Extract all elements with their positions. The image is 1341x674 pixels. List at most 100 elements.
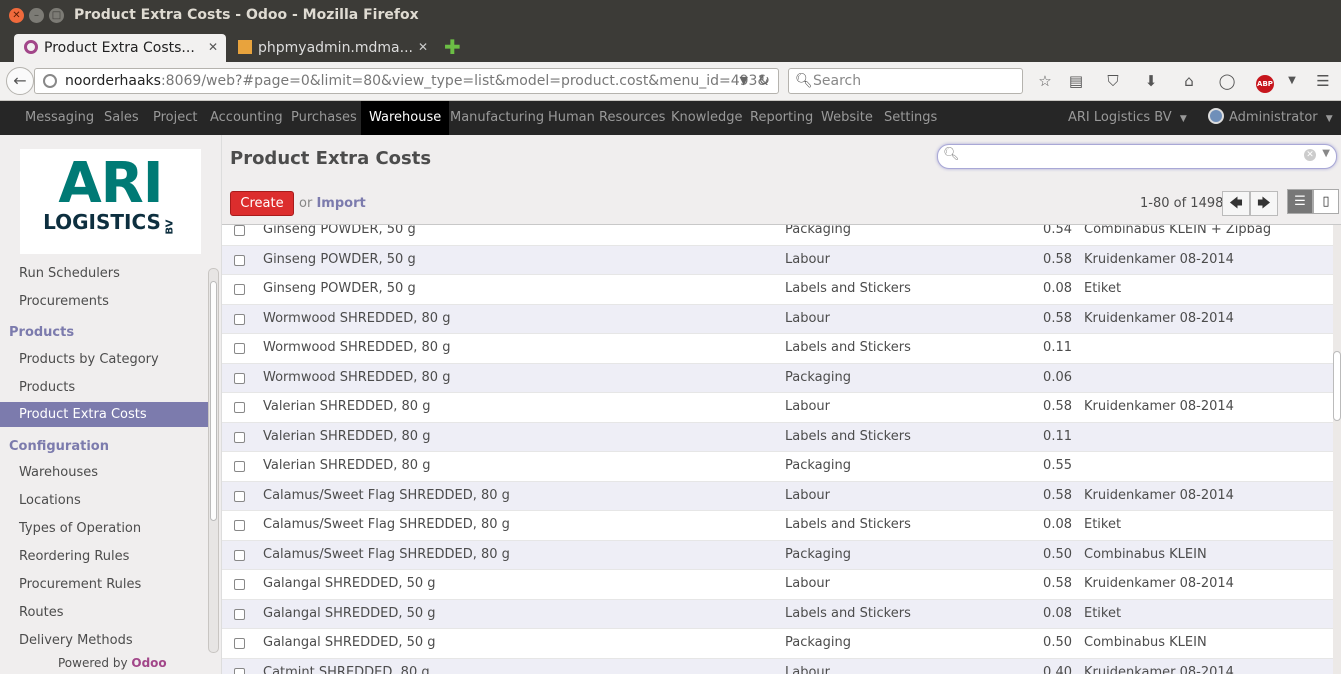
row-checkbox[interactable] [234,549,245,561]
row-checkbox[interactable] [234,608,245,620]
sidebar-item-product-extra-costs[interactable]: Product Extra Costs [0,402,208,427]
table-row[interactable]: Ginseng POWDER, 50 g Labels and Stickers 0… [222,275,1333,305]
hamburger-menu-icon[interactable]: ☰ [1308,68,1338,94]
cell-cost-type: Packaging [785,225,851,237]
row-checkbox[interactable] [234,520,245,531]
search-icon: 🔍︎ [943,147,960,162]
new-tab-plus-icon[interactable]: ✚ [444,35,461,59]
sidebar-item-products[interactable]: Products [19,380,75,395]
table-row[interactable]: Galangal SHREDDED, 50 g Labels and Sticke… [222,599,1333,629]
menu-purchases[interactable]: Purchases [291,101,357,135]
create-button[interactable]: Create [230,191,294,216]
list-scrollbar-thumb[interactable] [1333,351,1341,421]
reading-list-icon[interactable]: ▤ [1061,68,1091,94]
browser-search-input[interactable]: 🔍︎ Search [788,68,1023,94]
sidebar-item-delivery-methods[interactable]: Delivery Methods [19,633,133,648]
row-checkbox[interactable] [234,579,245,590]
sidebar-item-procurements[interactable]: Procurements [19,294,109,309]
tab-product-extra-costs[interactable]: Product Extra Costs... ✕ [14,34,226,62]
table-row[interactable]: Galangal SHREDDED, 50 g Packaging 0.50 Comb… [222,629,1333,659]
window-minimize-icon[interactable]: – [29,8,44,23]
tab-phpmyadmin[interactable]: phpmyadmin.mdma... ✕ [228,34,436,62]
bookmark-star-icon[interactable]: ☆ [1030,68,1060,94]
menu-sales[interactable]: Sales [104,101,139,135]
list-view-icon[interactable]: ☰ [1287,189,1313,214]
tab-close-icon[interactable]: ✕ [208,40,218,54]
table-row[interactable]: Calamus/Sweet Flag SHREDDED, 80 g Labour 0… [222,481,1333,511]
table-row[interactable]: Wormwood SHREDDED, 80 g Packaging 0.06 [222,363,1333,393]
user-menu[interactable]: Administrator ▼ [1208,101,1333,135]
sidebar-item-run-schedulers[interactable]: Run Schedulers [19,266,120,281]
menu-human-resources[interactable]: Human Resources [548,101,665,135]
tab-close-icon[interactable]: ✕ [418,40,428,54]
search-input[interactable]: 🔍︎ ✕ ▼ [937,144,1337,169]
odoo-link[interactable]: Odoo [131,656,166,670]
row-checkbox[interactable] [234,490,245,502]
table-row[interactable]: Valerian SHREDDED, 80 g Labour 0.58 Kruiden… [222,393,1333,423]
sidebar-scrollbar[interactable] [208,268,219,653]
sidebar-scrollbar-thumb[interactable] [210,281,217,521]
form-view-icon[interactable]: ▯ [1313,189,1339,214]
pager-previous-icon[interactable]: 🡄 [1222,191,1250,216]
row-checkbox[interactable] [234,343,245,354]
row-checkbox[interactable] [234,431,245,443]
sidebar-item-products-by-category[interactable]: Products by Category [19,352,159,367]
sidebar-item-locations[interactable]: Locations [19,493,81,508]
row-checkbox[interactable] [234,284,245,295]
back-arrow-icon[interactable]: ← [6,67,34,95]
menu-manufacturing[interactable]: Manufacturing [450,101,544,135]
url-bar[interactable]: noorderhaaks:8069/web?#page=0&limit=80&v… [34,68,779,94]
table-row[interactable]: Wormwood SHREDDED, 80 g Labour 0.58 Kruiden… [222,304,1333,334]
table-row[interactable]: Wormwood SHREDDED, 80 g Labels and Sticke… [222,334,1333,364]
company-switcher[interactable]: ARI Logistics BV ▼ [1068,101,1187,135]
row-checkbox[interactable] [234,402,245,413]
table-row[interactable]: Catmint SHREDDED, 80 g Labour 0.40 Kruidenk… [222,658,1333,674]
pager-next-icon[interactable]: 🡆 [1250,191,1278,216]
table-row[interactable]: Ginseng POWDER, 50 g Packaging 0.54 Combina… [222,225,1333,246]
row-checkbox[interactable] [234,254,245,266]
table-row[interactable]: Calamus/Sweet Flag SHREDDED, 80 g Packagi… [222,540,1333,570]
window-maximize-icon[interactable]: □ [49,8,64,23]
table-row[interactable]: Galangal SHREDDED, 50 g Labour 0.58 Kruiden… [222,570,1333,600]
url-dropdown-icon[interactable]: ▼ [740,69,748,93]
clear-search-icon[interactable]: ✕ [1304,149,1316,161]
menu-accounting[interactable]: Accounting [210,101,283,135]
search-options-dropdown-icon[interactable]: ▼ [1322,148,1330,159]
menu-warehouse[interactable]: Warehouse [361,101,450,135]
menu-settings[interactable]: Settings [884,101,937,135]
table-row[interactable]: Ginseng POWDER, 50 g Labour 0.58 Kruidenkam… [222,245,1333,275]
sidebar-item-procurement-rules[interactable]: Procurement Rules [19,577,141,592]
chat-bubble-icon[interactable]: ◯ [1212,68,1242,94]
row-checkbox[interactable] [234,667,245,674]
company-name: ARI Logistics BV [1068,110,1172,125]
sidebar-item-types-of-operation[interactable]: Types of Operation [19,521,141,536]
row-checkbox[interactable] [234,372,245,384]
cell-product: Wormwood SHREDDED, 80 g [263,310,451,326]
window-title: Product Extra Costs - Odoo - Mozilla Fir… [74,7,419,23]
home-icon[interactable]: ⌂ [1174,68,1204,94]
menu-knowledge[interactable]: Knowledge [671,101,742,135]
adblock-dropdown-icon[interactable]: ▼ [1277,68,1307,94]
menu-messaging[interactable]: Messaging [25,101,94,135]
pager-value[interactable]: 1-80 of 1498 [1140,196,1223,211]
row-checkbox[interactable] [234,313,245,325]
import-link[interactable]: Import [316,196,365,211]
sidebar-item-routes[interactable]: Routes [19,605,64,620]
row-checkbox[interactable] [234,461,245,472]
table-row[interactable]: Calamus/Sweet Flag SHREDDED, 80 g Labels … [222,511,1333,541]
reload-icon[interactable]: ↻ [758,69,770,93]
sidebar-item-reordering-rules[interactable]: Reordering Rules [19,549,129,564]
row-checkbox[interactable] [234,225,245,236]
row-checkbox[interactable] [234,638,245,649]
menu-project[interactable]: Project [153,101,197,135]
adblock-icon[interactable]: ABP [1250,68,1280,94]
sidebar-item-warehouses[interactable]: Warehouses [19,465,98,480]
list-scrollbar[interactable] [1333,225,1341,674]
window-close-icon[interactable]: ✕ [9,8,24,23]
menu-website[interactable]: Website [821,101,873,135]
pocket-icon[interactable]: ⛉ [1098,68,1128,94]
table-row[interactable]: Valerian SHREDDED, 80 g Labels and Sticke… [222,422,1333,452]
download-icon[interactable]: ⬇ [1136,68,1166,94]
table-row[interactable]: Valerian SHREDDED, 80 g Packaging 0.55 [222,452,1333,482]
menu-reporting[interactable]: Reporting [750,101,813,135]
